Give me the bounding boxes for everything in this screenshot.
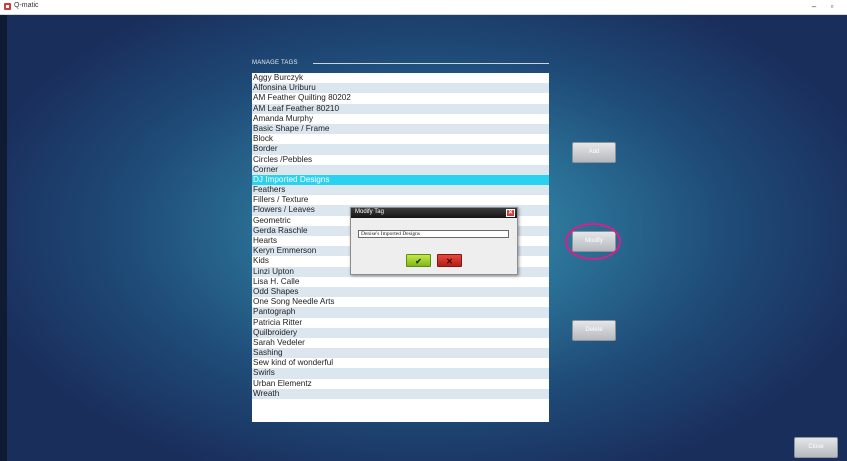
tag-list-item[interactable]: Swirls	[252, 368, 549, 379]
window-title: Q-matic	[14, 2, 39, 9]
tag-list-item[interactable]: Block	[252, 134, 549, 145]
tag-list-item[interactable]: Quilbroidery	[252, 327, 549, 338]
tag-list-item[interactable]: Circles /Pebbles	[252, 154, 549, 165]
cancel-x-button[interactable]: ✕	[437, 254, 462, 267]
app-logo-icon	[4, 3, 11, 10]
tag-name-input[interactable]	[358, 230, 509, 238]
tag-list-item[interactable]: DJ Imported Designs	[252, 174, 549, 186]
section-divider	[313, 63, 549, 64]
tag-list-item[interactable]: Basic Shape / Frame	[252, 123, 549, 135]
add-button[interactable]: Add	[572, 142, 616, 163]
dialog-title-bar: Modify Tag ✕	[351, 208, 517, 218]
tag-list-item[interactable]: Patricia Ritter	[252, 317, 549, 328]
highlight-annotation-ring	[565, 223, 621, 260]
tag-list-item[interactable]: Lisa H. Calle	[252, 276, 549, 287]
tag-list-item[interactable]: Sarah Vedeler	[252, 337, 549, 349]
tag-list-item[interactable]: Aggy Burczyk	[252, 73, 549, 84]
tag-list-item[interactable]: Odd Shapes	[252, 286, 549, 298]
close-button[interactable]: Close	[794, 437, 838, 458]
tag-list-item[interactable]: Wreath	[252, 388, 549, 399]
dialog-close-icon[interactable]: ✕	[506, 209, 515, 217]
tag-list-item[interactable]: Corner	[252, 164, 549, 175]
tag-list-item[interactable]: Sew kind of wonderful	[252, 358, 549, 369]
tag-list-item[interactable]: Border	[252, 144, 549, 155]
delete-button[interactable]: Delete	[572, 320, 616, 341]
tag-list-item[interactable]: Urban Elementz	[252, 378, 549, 389]
minimize-button[interactable]: –	[807, 1, 821, 13]
modify-tag-dialog: Modify Tag ✕ ✔ ✕	[350, 207, 518, 275]
confirm-check-button[interactable]: ✔	[406, 254, 431, 267]
tag-list-item[interactable]: Alfonsina Uriburu	[252, 83, 549, 94]
tag-list-item[interactable]: One Song Needle Arts	[252, 297, 549, 308]
tag-list-item[interactable]: Pantograph	[252, 307, 549, 318]
section-title: MANAGE TAGS	[252, 60, 298, 66]
tag-list-item[interactable]: Amanda Murphy	[252, 113, 549, 124]
tag-list-item[interactable]: Feathers	[252, 185, 549, 196]
maximize-button[interactable]: ▫	[825, 1, 839, 13]
tag-list-item[interactable]: AM Feather Quilting 80202	[252, 93, 549, 104]
tag-list-item[interactable]: Sashing	[252, 348, 549, 359]
dialog-title: Modify Tag	[355, 209, 384, 215]
title-bar: Q-matic – ▫	[0, 0, 847, 15]
tag-list-item[interactable]: AM Leaf Feather 80210	[252, 103, 549, 114]
tag-list-item[interactable]: Fillers / Texture	[252, 195, 549, 206]
